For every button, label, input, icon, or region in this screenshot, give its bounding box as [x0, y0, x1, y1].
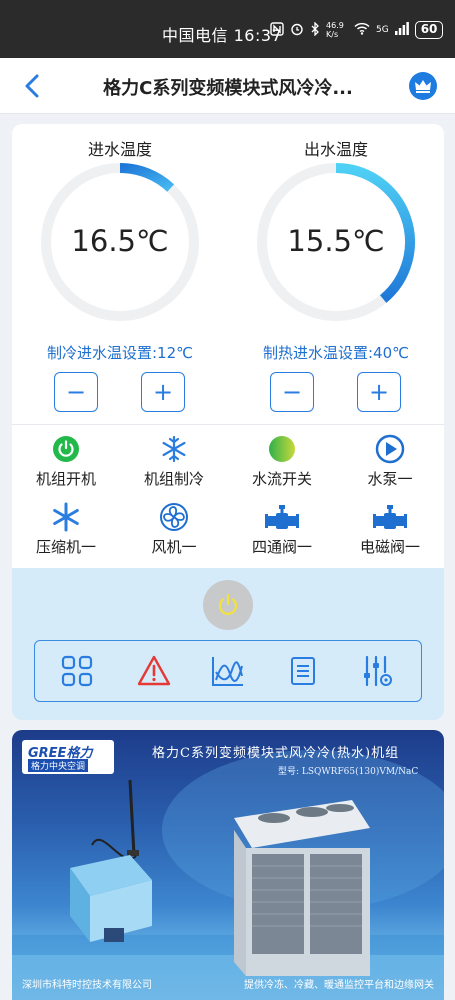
- app-header: 格力C系列变频模块式风冷冷...: [0, 58, 455, 114]
- status-label: 风机一: [151, 538, 197, 556]
- alarm-icon: [137, 655, 171, 686]
- settings-sliders-icon: [364, 655, 392, 687]
- banner-footer: 深圳市科特时控技术有限公司 提供冷冻、冷藏、暖通监控平台和边缘网关: [12, 976, 444, 991]
- banner-footer-slogan: 提供冷冻、冷藏、暖通监控平台和边缘网关: [244, 980, 434, 991]
- battery-indicator: 60: [414, 21, 444, 39]
- status-label: 水泵一: [367, 470, 413, 488]
- section-divider: [12, 424, 444, 425]
- banner-footer-company: 深圳市科特时控技术有限公司: [22, 980, 152, 991]
- crown-icon: [415, 80, 431, 93]
- vip-button[interactable]: [409, 72, 437, 100]
- status-bar: 中国电信 16:37 46.9 K/s 5G 60: [0, 0, 455, 58]
- status-four-way-valve-one: 四通阀一: [228, 502, 336, 558]
- heating-setpoint-label: 制热进水温设置:40℃: [263, 344, 409, 362]
- outlet-temperature-value: 15.5℃: [287, 224, 385, 258]
- nfc-icon: [270, 21, 284, 39]
- outlet-temperature-label: 出水温度: [303, 140, 368, 159]
- control-area: [12, 568, 444, 720]
- signal-bars-icon: [394, 22, 409, 38]
- status-pump-one: 水泵一: [336, 434, 444, 490]
- device-panel: 进水温度 16.5℃ 制冷进水温设置:12℃ − + 出水温度 15.5℃ 制热…: [12, 124, 444, 720]
- wifi-icon: [354, 22, 370, 38]
- gateway-device-image: [70, 855, 152, 942]
- page-title: 格力C系列变频模块式风冷冷...: [103, 78, 353, 99]
- status-unit-cooling: 机组制冷: [120, 434, 228, 490]
- water-flow-icon: [269, 436, 295, 462]
- signal-type: 5G: [376, 25, 389, 35]
- status-water-flow: 水流开关: [228, 434, 336, 490]
- snowflake-icon: [162, 435, 186, 463]
- heating-setpoint-increase-button[interactable]: +: [357, 372, 401, 412]
- overview-button[interactable]: [57, 651, 97, 691]
- status-label: 机组开机: [35, 470, 96, 488]
- inlet-temperature-label: 进水温度: [87, 140, 152, 159]
- four-way-valve-icon: [265, 505, 299, 529]
- function-toolbar: [34, 640, 422, 702]
- chart-icon: [212, 657, 243, 686]
- cooling-setpoint-label: 制冷进水温设置:12℃: [47, 344, 193, 362]
- settings-button[interactable]: [357, 651, 397, 691]
- back-button[interactable]: [20, 72, 46, 100]
- carrier-clock: 中国电信 16:37: [162, 26, 283, 45]
- status-label: 压缩机一: [35, 538, 96, 556]
- status-label: 电磁阀一: [359, 538, 420, 556]
- chiller-unit-image: [234, 800, 370, 976]
- list-icon: [291, 657, 315, 685]
- pump-play-icon: [375, 434, 405, 464]
- product-banner: GREE格力 格力中央空调 格力C系列变频模块式风冷冷(热水)机组 型号: LS…: [12, 730, 444, 1000]
- status-label: 机组制冷: [143, 470, 204, 488]
- banner-title: 格力C系列变频模块式风冷冷(热水)机组: [152, 746, 400, 761]
- gree-logo: GREE格力 格力中央空调: [22, 740, 114, 774]
- trend-chart-button[interactable]: [208, 651, 248, 691]
- power-icon: [218, 593, 238, 615]
- compressor-snowflake-icon: [53, 502, 79, 532]
- fan-icon: [160, 503, 188, 531]
- status-label: 四通阀一: [251, 538, 312, 556]
- power-on-icon: [53, 436, 79, 462]
- status-fan-one: 风机一: [120, 502, 228, 558]
- status-compressor-one: 压缩机一: [12, 502, 120, 558]
- status-label: 水流开关: [251, 470, 312, 488]
- grid-icon: [61, 655, 93, 687]
- cooling-setpoint-decrease-button[interactable]: −: [54, 372, 98, 412]
- status-icons: 46.9 K/s 5G 60: [270, 20, 444, 39]
- alarm-button[interactable]: [134, 651, 174, 691]
- inlet-gauge-arc: [119, 163, 175, 192]
- brand-subtitle: 格力中央空调: [28, 759, 89, 772]
- cooling-setpoint-increase-button[interactable]: +: [141, 372, 185, 412]
- records-button[interactable]: [283, 651, 323, 691]
- solenoid-valve-icon: [373, 505, 407, 529]
- alarm-clock-icon: [290, 22, 304, 39]
- net-speed: 46.9 K/s: [326, 21, 344, 39]
- inlet-temperature-value: 16.5℃: [71, 224, 169, 258]
- outlet-temperature-block: 出水温度 15.5℃ 制热进水温设置:40℃ − +: [228, 124, 444, 424]
- bluetooth-icon: [310, 20, 320, 39]
- heating-setpoint-decrease-button[interactable]: −: [270, 372, 314, 412]
- inlet-temperature-block: 进水温度 16.5℃ 制冷进水温设置:12℃ − +: [12, 124, 228, 424]
- chevron-left-icon: [25, 74, 39, 98]
- power-button[interactable]: [203, 580, 253, 630]
- status-solenoid-valve-one: 电磁阀一: [336, 502, 444, 558]
- banner-model: 型号: LSQWRF65(130)VM/NaC: [278, 767, 419, 777]
- status-unit-running: 机组开机: [12, 434, 120, 490]
